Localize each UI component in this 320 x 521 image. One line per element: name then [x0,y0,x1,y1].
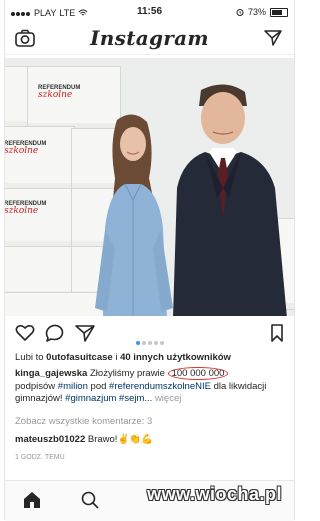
hashtag-milion[interactable]: #milion [58,381,88,392]
liker-username[interactable]: 0utofasuitcase [46,352,113,363]
app-title: Instagram [90,26,209,50]
more-link[interactable]: więcej [155,393,181,404]
likes-prefix: Lubi to [15,352,47,363]
post-actions [5,324,294,346]
view-comments-link[interactable]: Zobacz wszystkie komentarze: 3 [15,416,288,429]
caption-text-3: pod [87,380,110,392]
author-username[interactable]: kinga_gajewska [15,368,87,379]
carousel-dot-active [135,341,140,345]
likes-count-link[interactable]: 40 innych użytkowników [120,352,231,363]
carousel-dot [147,341,152,345]
post-photo[interactable]: REFERENDUM szkolne REFERENDUM szkolne REFE… [5,58,294,316]
app-header: Instagram [5,24,294,55]
post-caption: kinga_gajewska Złożyliśmy prawie 100 000… [15,367,288,406]
box-label: REFERENDUM szkolne [38,85,98,100]
box-label-script: szkolne [5,146,39,156]
box-3: REFERENDUM szkolne [5,126,75,190]
carousel-indicator [5,332,294,350]
status-bar: PLAY LTE 11:56 73% [5,0,294,22]
post-timestamp: 1 GODZ. TEMU [15,454,65,461]
caption-text-2: podpisów [15,380,58,392]
alarm-icon [236,9,244,16]
man-figure [173,84,287,316]
search-icon[interactable] [81,491,99,509]
status-right: 73% [236,7,288,17]
battery-icon [270,7,288,17]
carousel-dot [159,341,164,345]
hashtag-referendum[interactable]: #referendumszkolneNIE [109,381,211,392]
direct-message-icon[interactable] [264,29,282,47]
comment: mateuszb01022 Brawo!✌👏💪 [15,434,288,447]
hashtag-gimnazjum[interactable]: #gimnazjum [65,393,116,404]
battery-percent: 73% [247,7,266,17]
box-label: REFERENDUM szkolne [5,141,64,156]
phone-screen: PLAY LTE 11:56 73% Instagram REFERENDUM s… [4,0,295,521]
caption-text-1: Złożyliśmy prawie [87,368,168,379]
hashtag-sejm[interactable]: #sejm... [119,393,152,404]
bookmark-icon[interactable] [270,324,284,342]
box-4: REFERENDUM szkolne [5,188,75,248]
box-label-script: szkolne [5,206,39,216]
likes-middle: i [112,352,121,363]
circled-number: 100 000 000 [167,367,229,380]
carousel-dot [141,341,146,345]
carousel-dot [153,341,158,345]
comment-username[interactable]: mateuszb01022 [15,434,85,445]
likes-line: Lubi to 0utofasuitcase i 40 innych użytk… [15,352,288,365]
watermark: www.wiocha.pl [147,484,282,504]
box-label-script: szkolne [38,90,73,100]
box-label: REFERENDUM szkolne [5,201,64,216]
comment-text: Brawo!✌👏💪 [87,434,153,445]
box-5 [5,246,75,298]
home-icon[interactable] [23,491,41,509]
